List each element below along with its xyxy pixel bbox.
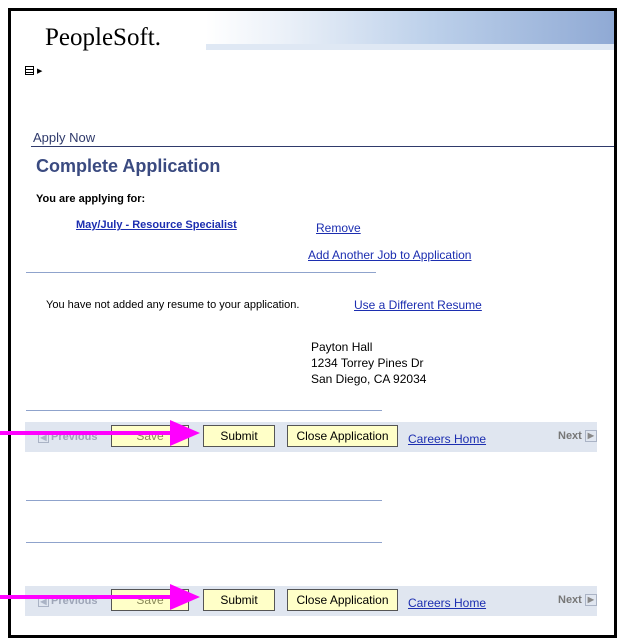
header-banner-strip bbox=[206, 44, 614, 50]
address-block: Payton Hall 1234 Torrey Pines Dr San Die… bbox=[311, 339, 426, 387]
annotation-arrowhead-icon bbox=[170, 420, 200, 446]
annotation-arrow-shaft bbox=[0, 431, 172, 435]
header-banner bbox=[206, 11, 614, 44]
close-application-button[interactable]: Close Application bbox=[287, 425, 398, 447]
remove-link[interactable]: Remove bbox=[316, 221, 361, 235]
address-line: Payton Hall bbox=[311, 340, 373, 354]
submit-button[interactable]: Submit bbox=[203, 425, 275, 447]
page-title: Complete Application bbox=[36, 156, 221, 176]
menu-list-icon[interactable] bbox=[25, 66, 34, 75]
next-arrow-icon: ▶ bbox=[584, 594, 597, 607]
annotation-arrow-shaft bbox=[0, 595, 172, 599]
divider bbox=[26, 410, 382, 411]
menu-expand-arrow-icon[interactable]: ▶ bbox=[37, 67, 42, 75]
resume-message: You have not added any resume to your ap… bbox=[46, 299, 300, 311]
applying-for-label: You are applying for: bbox=[36, 193, 146, 205]
application-window: PeopleSoft. ▶ Apply Now Complete Applica… bbox=[8, 8, 617, 638]
careers-home-link[interactable]: Careers Home bbox=[408, 432, 486, 446]
divider bbox=[26, 272, 376, 273]
divider bbox=[26, 542, 382, 543]
section-heading: Apply Now bbox=[33, 130, 96, 145]
careers-home-link[interactable]: Careers Home bbox=[408, 596, 486, 610]
annotation-arrowhead-icon bbox=[170, 584, 200, 610]
divider bbox=[26, 635, 376, 636]
divider bbox=[26, 500, 382, 501]
job-title-link[interactable]: May/July - Resource Specialist bbox=[76, 219, 237, 231]
peoplesoft-logo: PeopleSoft. bbox=[45, 24, 161, 51]
section-divider bbox=[31, 146, 614, 147]
next-arrow-icon: ▶ bbox=[584, 430, 597, 443]
next-button[interactable]: Next ▶ bbox=[558, 594, 597, 607]
next-button[interactable]: Next ▶ bbox=[558, 430, 597, 443]
address-line: San Diego, CA 92034 bbox=[311, 372, 427, 386]
use-different-resume-link[interactable]: Use a Different Resume bbox=[354, 298, 482, 312]
add-another-job-link[interactable]: Add Another Job to Application bbox=[308, 248, 471, 262]
close-application-button[interactable]: Close Application bbox=[287, 589, 398, 611]
submit-button[interactable]: Submit bbox=[203, 589, 275, 611]
address-line: 1234 Torrey Pines Dr bbox=[311, 356, 424, 370]
